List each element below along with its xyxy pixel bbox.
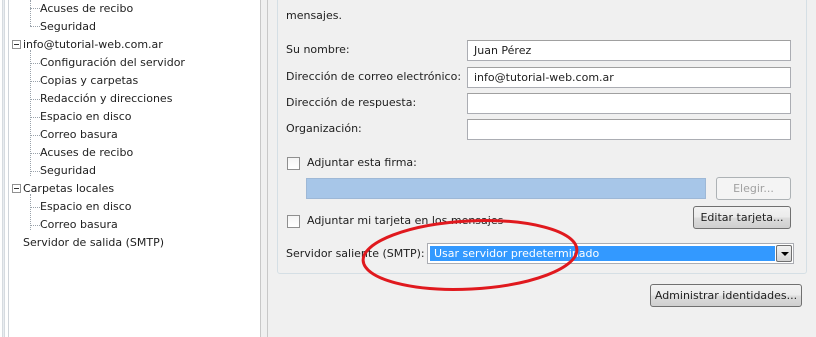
tree-guide-line	[30, 153, 40, 154]
tree-guide-line	[30, 207, 40, 208]
smtp-selected-value: Usar servidor predeterminado	[430, 246, 775, 261]
tree-item-acuses-de-recibo[interactable]: Acuses de recibo	[40, 0, 133, 18]
tree-guide-line	[30, 225, 40, 226]
tree-item-disk-space[interactable]: Espacio en disco	[40, 108, 132, 126]
tree-guide-line	[30, 0, 31, 26]
email-field[interactable]: info@tutorial-web.com.ar	[467, 67, 791, 88]
tree-guide-line	[30, 26, 40, 27]
dropdown-arrow-icon[interactable]	[776, 245, 792, 262]
tree-item-server-config[interactable]: Configuración del servidor	[40, 54, 185, 72]
name-label: Su nombre:	[286, 43, 350, 56]
smtp-server-select[interactable]: Usar servidor predeterminado	[427, 243, 794, 264]
tree-guide-line	[30, 117, 40, 118]
attach-signature-label: Adjuntar esta firma:	[307, 156, 417, 169]
tree-item-account[interactable]: info@tutorial-web.com.ar	[23, 36, 163, 54]
organization-label: Organización:	[286, 122, 362, 135]
tree-guide-line	[30, 81, 40, 82]
tree-item-local-junk[interactable]: Correo basura	[40, 216, 118, 234]
organization-field[interactable]	[467, 119, 791, 140]
tree-guide-line	[30, 8, 40, 9]
attach-vcard-checkbox[interactable]	[287, 215, 300, 228]
choose-signature-button[interactable]: Elegir...	[716, 177, 791, 200]
tree-item-receipts[interactable]: Acuses de recibo	[40, 144, 133, 162]
reply-to-label: Dirección de respuesta:	[286, 96, 417, 109]
attach-vcard-label: Adjuntar mi tarjeta en los mensajes	[307, 214, 504, 227]
reply-to-field[interactable]	[467, 93, 791, 114]
tree-item-security[interactable]: Seguridad	[40, 162, 96, 180]
collapse-icon[interactable]	[12, 40, 21, 49]
tree-guide-line	[30, 50, 31, 176]
tree-item-copies-folders[interactable]: Copias y carpetas	[40, 72, 138, 90]
tree-guide-line	[30, 63, 40, 64]
email-label: Dirección de correo electrónico:	[286, 70, 462, 83]
account-settings-pane: mensajes. Su nombre: Juan Pérez Direcció…	[268, 0, 816, 337]
tree-guide-line	[30, 171, 40, 172]
edit-card-button[interactable]: Editar tarjeta...	[693, 206, 791, 229]
smtp-label: Servidor saliente (SMTP):	[286, 247, 425, 260]
tree-item-local-folders[interactable]: Carpetas locales	[23, 180, 114, 198]
tree-item-local-disk-space[interactable]: Espacio en disco	[40, 198, 132, 216]
manage-identities-button[interactable]: Administrar identidades...	[650, 284, 802, 307]
pane-splitter[interactable]	[260, 0, 268, 337]
description-text: mensajes.	[286, 9, 342, 22]
signature-file-field[interactable]	[306, 178, 706, 199]
tree-item-junk[interactable]: Correo basura	[40, 126, 118, 144]
tree-guide-line	[30, 135, 40, 136]
attach-signature-checkbox[interactable]	[287, 157, 300, 170]
account-tree: Acuses de recibo Seguridad info@tutorial…	[10, 0, 260, 337]
scrollbar-strip	[2, 0, 5, 337]
name-field[interactable]: Juan Pérez	[467, 40, 791, 61]
tree-item-seguridad[interactable]: Seguridad	[40, 18, 96, 36]
tree-item-composition[interactable]: Redacción y direcciones	[40, 90, 172, 108]
collapse-icon[interactable]	[12, 184, 21, 193]
tree-guide-line	[30, 99, 40, 100]
left-edge	[0, 0, 9, 337]
tree-item-smtp[interactable]: Servidor de salida (SMTP)	[23, 234, 164, 252]
